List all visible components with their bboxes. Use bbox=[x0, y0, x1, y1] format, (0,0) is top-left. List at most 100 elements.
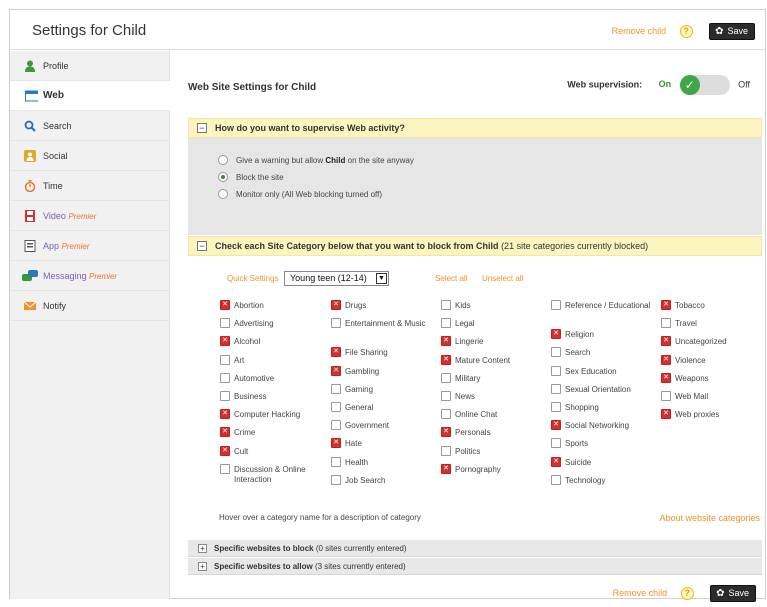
select-all-link[interactable]: Select all bbox=[435, 274, 467, 283]
blocked-checkbox[interactable] bbox=[551, 456, 561, 467]
blocked-checkbox[interactable] bbox=[551, 329, 561, 340]
blocked-checkbox[interactable] bbox=[331, 347, 341, 358]
help-icon[interactable]: ? bbox=[680, 587, 694, 600]
expand-icon[interactable]: + bbox=[198, 544, 207, 553]
remove-child-link[interactable]: Remove child bbox=[612, 26, 667, 36]
blocked-checkbox[interactable] bbox=[661, 409, 671, 420]
sidebar-item-video[interactable]: Video Premier bbox=[10, 201, 169, 231]
category-weapons[interactable]: Weapons bbox=[661, 372, 767, 384]
checkbox[interactable] bbox=[551, 347, 561, 358]
category-violence[interactable]: Violence bbox=[661, 354, 767, 366]
category-sports[interactable]: Sports bbox=[551, 438, 670, 449]
blocked-checkbox[interactable] bbox=[661, 336, 671, 347]
category-social-networking[interactable]: Social Networking bbox=[551, 420, 670, 431]
category-military[interactable]: Military bbox=[441, 372, 560, 384]
option-warn[interactable]: Give a warning but allow Child on the si… bbox=[218, 155, 414, 166]
blocked-checkbox[interactable] bbox=[220, 409, 230, 420]
checkbox[interactable] bbox=[220, 391, 230, 401]
blocked-checkbox[interactable] bbox=[441, 336, 451, 347]
checkbox[interactable] bbox=[220, 372, 230, 383]
sidebar-item-notify[interactable]: Notify bbox=[10, 291, 169, 321]
category-health[interactable]: Health bbox=[331, 456, 450, 468]
category-government[interactable]: Government bbox=[331, 420, 450, 431]
radio-warn[interactable] bbox=[218, 155, 228, 165]
category-alcohol[interactable]: Alcohol bbox=[220, 336, 339, 347]
blocked-checkbox[interactable] bbox=[551, 420, 561, 431]
category-religion[interactable]: Religion bbox=[551, 329, 670, 340]
category-sex-education[interactable]: Sex Education bbox=[551, 365, 670, 377]
blocked-checkbox[interactable] bbox=[661, 354, 671, 365]
blocked-checkbox[interactable] bbox=[441, 427, 451, 438]
category-gambling[interactable]: Gambling bbox=[331, 365, 450, 377]
remove-child-link[interactable]: Remove child bbox=[613, 588, 668, 598]
category-mature-content[interactable]: Mature Content bbox=[441, 354, 560, 366]
supervision-toggle[interactable]: ✓ bbox=[679, 75, 730, 95]
blocked-checkbox[interactable] bbox=[220, 336, 230, 347]
checkbox[interactable] bbox=[441, 372, 451, 383]
category-job-search[interactable]: Job Search bbox=[331, 474, 450, 486]
collapse-icon[interactable]: − bbox=[197, 123, 207, 133]
category-file-sharing[interactable]: File Sharing bbox=[331, 347, 450, 358]
collapse-icon[interactable]: − bbox=[197, 241, 207, 251]
category-advertising[interactable]: Advertising bbox=[220, 318, 339, 329]
checkbox[interactable] bbox=[331, 402, 341, 412]
checkbox[interactable] bbox=[441, 318, 451, 329]
checkbox[interactable] bbox=[220, 463, 230, 474]
category-cult[interactable]: Cult bbox=[220, 445, 339, 457]
category-hate[interactable]: Hate bbox=[331, 438, 450, 449]
category-tobacco[interactable]: Tobacco bbox=[661, 300, 767, 311]
save-button[interactable]: ✿ Save bbox=[709, 23, 755, 40]
checkbox[interactable] bbox=[220, 354, 230, 365]
blocked-checkbox[interactable] bbox=[220, 300, 230, 310]
checkbox[interactable] bbox=[661, 318, 671, 329]
sidebar-item-messaging[interactable]: Messaging Premier bbox=[10, 261, 169, 291]
category-travel[interactable]: Travel bbox=[661, 318, 767, 329]
category-pornography[interactable]: Pornography bbox=[441, 463, 560, 475]
category-computer-hacking[interactable]: Computer Hacking bbox=[220, 409, 339, 420]
blocked-checkbox[interactable] bbox=[331, 365, 341, 376]
blocked-checkbox[interactable] bbox=[220, 427, 230, 438]
checkbox[interactable] bbox=[441, 445, 451, 456]
category-discussion-online-interaction[interactable]: Discussion & Online Interaction bbox=[220, 463, 339, 485]
checkbox[interactable] bbox=[331, 420, 341, 431]
category-news[interactable]: News bbox=[441, 391, 560, 402]
category-crime[interactable]: Crime bbox=[220, 427, 339, 438]
checkbox[interactable] bbox=[441, 300, 451, 310]
category-automotive[interactable]: Automotive bbox=[220, 372, 339, 384]
radio-monitor[interactable] bbox=[218, 189, 228, 199]
blocked-checkbox[interactable] bbox=[661, 372, 671, 383]
blocked-checkbox[interactable] bbox=[441, 463, 451, 474]
checkbox[interactable] bbox=[331, 383, 341, 394]
category-section-header[interactable]: − Check each Site Category below that yo… bbox=[188, 236, 762, 256]
category-technology[interactable]: Technology bbox=[551, 474, 670, 486]
checkbox[interactable] bbox=[551, 365, 561, 376]
category-abortion[interactable]: Abortion bbox=[220, 300, 339, 311]
category-legal[interactable]: Legal bbox=[441, 318, 560, 329]
category-kids[interactable]: Kids bbox=[441, 300, 560, 311]
category-shopping[interactable]: Shopping bbox=[551, 402, 670, 413]
quick-settings-select[interactable]: Young teen (12-14) ▼ bbox=[284, 271, 389, 286]
checkbox[interactable] bbox=[551, 474, 561, 485]
checkbox[interactable] bbox=[331, 474, 341, 485]
blocked-checkbox[interactable] bbox=[331, 438, 341, 449]
checkbox[interactable] bbox=[551, 402, 561, 412]
save-button[interactable]: ✿ Save bbox=[710, 585, 756, 602]
category-gaming[interactable]: Gaming bbox=[331, 383, 450, 395]
checkbox[interactable] bbox=[661, 391, 671, 401]
allow-sites-section[interactable]: + Specific websites to allow (3 sites cu… bbox=[188, 558, 762, 575]
checkbox[interactable] bbox=[441, 391, 451, 401]
option-block[interactable]: Block the site bbox=[218, 172, 284, 183]
category-personals[interactable]: Personals bbox=[441, 427, 560, 438]
category-drugs[interactable]: Drugs bbox=[331, 300, 450, 311]
category-general[interactable]: General bbox=[331, 402, 450, 413]
option-monitor[interactable]: Monitor only (All Web blocking turned of… bbox=[218, 189, 382, 200]
blocked-checkbox[interactable] bbox=[441, 354, 451, 365]
blocked-checkbox[interactable] bbox=[220, 445, 230, 456]
checkbox[interactable] bbox=[551, 383, 561, 394]
category-suicide[interactable]: Suicide bbox=[551, 456, 670, 468]
radio-block[interactable] bbox=[218, 172, 228, 182]
about-categories-link[interactable]: About website categories bbox=[659, 513, 760, 523]
category-lingerie[interactable]: Lingerie bbox=[441, 336, 560, 347]
sidebar-item-profile[interactable]: Profile bbox=[10, 51, 169, 81]
category-entertainment-music[interactable]: Entertainment & Music bbox=[331, 318, 450, 329]
